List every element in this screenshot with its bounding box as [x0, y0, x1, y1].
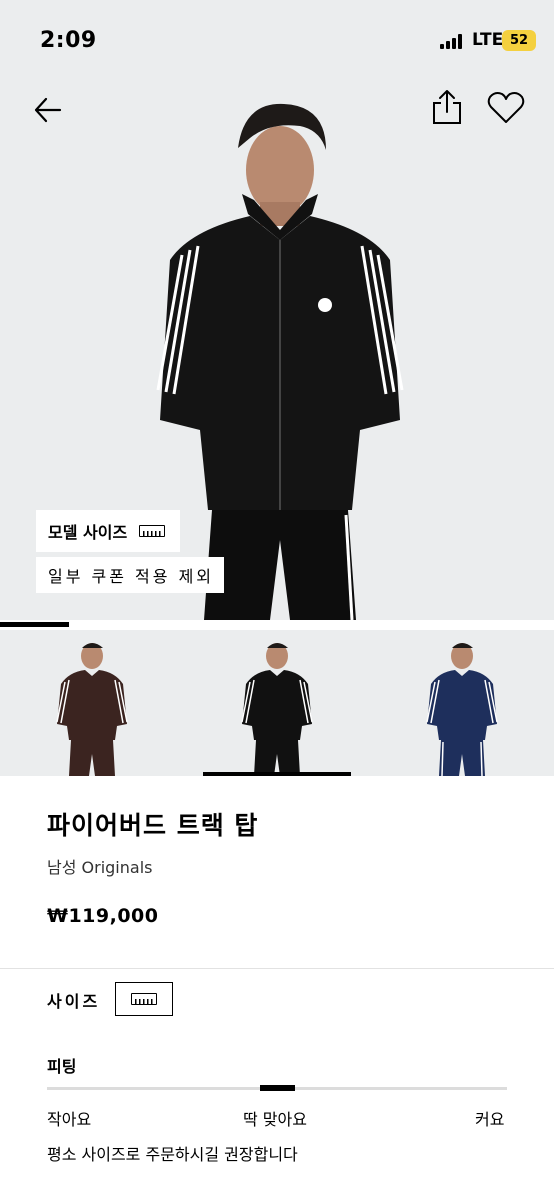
size-guide-button[interactable]: [115, 982, 173, 1016]
coupon-notice: 일부 쿠폰 적용 제외: [36, 557, 224, 593]
selected-indicator: [202, 772, 352, 776]
variant-thumbnail: [56, 643, 129, 776]
back-arrow-icon[interactable]: [30, 92, 66, 128]
product-subtitle: 남성 Originals: [47, 858, 153, 877]
heart-icon[interactable]: [486, 90, 526, 126]
product-title: 파이어버드 트랙 탑: [47, 811, 259, 840]
divider: [0, 968, 554, 969]
status-bar: 2:09 LTE 52: [0, 0, 554, 80]
product-price: ₩119,000: [47, 905, 159, 927]
model-size-label: 모델 사이즈: [48, 523, 128, 542]
color-variant-list: [0, 630, 554, 776]
fit-scale-mid: 딱 맞아요: [243, 1110, 307, 1129]
fit-scale-track: [47, 1085, 507, 1091]
fit-label: 피팅: [47, 1057, 77, 1076]
ruler-icon: [131, 993, 157, 1005]
model-size-button[interactable]: 모델 사이즈: [36, 510, 180, 552]
status-time: 2:09: [40, 28, 97, 53]
battery-indicator: 52: [502, 30, 536, 51]
color-variant-black[interactable]: [185, 630, 370, 776]
size-label: 사이즈: [47, 992, 101, 1011]
fit-scale-large: 커요: [475, 1110, 505, 1129]
color-variant-navy[interactable]: [369, 630, 554, 776]
fit-recommendation: 평소 사이즈로 주문하시길 권장합니다: [47, 1145, 298, 1164]
gallery-progress-bar: [0, 622, 70, 627]
gallery-progress: [0, 620, 554, 630]
product-hero-image[interactable]: 모델 사이즈 일부 쿠폰 적용 제외: [0, 80, 554, 620]
fit-scale-small: 작아요: [47, 1110, 92, 1129]
signal-icon: [440, 33, 466, 49]
network-label: LTE: [472, 30, 504, 50]
variant-thumbnail: [241, 643, 313, 776]
ruler-icon: [139, 525, 166, 537]
share-icon[interactable]: [430, 88, 464, 126]
variant-thumbnail: [425, 643, 498, 776]
color-variant-brown[interactable]: [0, 630, 185, 776]
fit-scale-marker: [259, 1085, 295, 1091]
